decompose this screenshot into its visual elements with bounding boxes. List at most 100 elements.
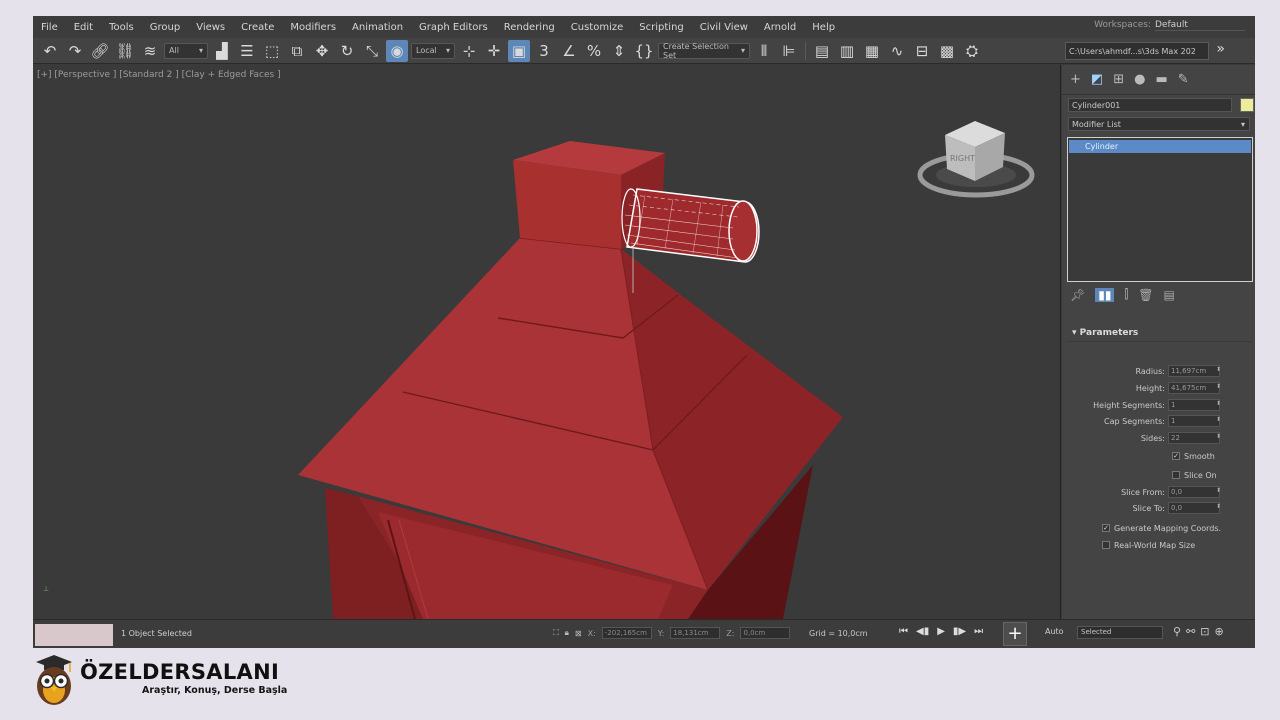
spinner-icon[interactable]: ⬍ <box>1216 433 1221 440</box>
menu-graph-editors[interactable]: Graph Editors <box>411 22 496 33</box>
scene-explorer-icon[interactable]: ▤ <box>811 40 833 62</box>
cap-segments-input[interactable]: 1 <box>1168 415 1220 427</box>
slice-from-input[interactable]: 0,0 <box>1168 486 1220 498</box>
real-world-checkbox[interactable] <box>1102 541 1110 549</box>
pin-stack-icon[interactable]: 📌︎ <box>1070 288 1085 302</box>
parameters-rollout-header[interactable]: ▾ Parameters <box>1066 328 1252 342</box>
show-end-result-icon[interactable]: ▮▮ <box>1095 287 1115 302</box>
undo-icon[interactable]: ↶ <box>39 40 61 62</box>
viewport-label[interactable]: [+] [Perspective ] [Standard 2 ] [Clay +… <box>37 70 281 80</box>
modify-tab-icon[interactable]: ◩ <box>1091 72 1103 87</box>
motion-tab-icon[interactable]: ● <box>1134 72 1145 87</box>
slice-to-input[interactable]: 0,0 <box>1168 502 1220 514</box>
pivot-center-icon[interactable]: ⊹ <box>458 40 480 62</box>
go-to-start-icon[interactable]: ⏮ <box>899 626 908 637</box>
toggle-ribbon-icon[interactable]: ▦ <box>861 40 883 62</box>
utilities-tab-icon[interactable]: ✎ <box>1178 72 1189 87</box>
menu-help[interactable]: Help <box>804 22 843 33</box>
set-key-button[interactable]: + <box>1003 622 1027 646</box>
slice-on-checkbox[interactable] <box>1172 471 1180 479</box>
smooth-checkbox[interactable]: ✓ <box>1172 452 1180 460</box>
snap-toggle-icon[interactable]: 3 <box>533 40 555 62</box>
menu-create[interactable]: Create <box>233 22 282 33</box>
make-unique-icon[interactable]: ⫿ <box>1124 287 1128 302</box>
spinner-icon[interactable]: ⬍ <box>1216 487 1221 494</box>
height-input[interactable]: 41,675cm <box>1168 382 1220 394</box>
spinner-icon[interactable]: ⬍ <box>1216 383 1221 390</box>
menu-animation[interactable]: Animation <box>344 22 411 33</box>
scale-icon[interactable]: ⤡ <box>361 40 383 62</box>
bind-space-warp-icon[interactable]: ≋ <box>139 40 161 62</box>
layer-explorer-icon[interactable]: ▥ <box>836 40 858 62</box>
selection-lock-icon[interactable]: 🔒︎ <box>565 628 569 638</box>
configure-modifier-sets-icon[interactable]: ▤ <box>1164 288 1175 302</box>
gen-mapping-checkbox[interactable]: ✓ <box>1102 524 1110 532</box>
modifier-list-dropdown[interactable]: Modifier List ▾ <box>1068 117 1250 131</box>
menu-views[interactable]: Views <box>188 22 233 33</box>
percent-snap-icon[interactable]: % <box>583 40 605 62</box>
object-name-field[interactable]: Cylinder001 <box>1068 98 1232 112</box>
key-filter-dropdown[interactable]: Selected <box>1077 626 1163 639</box>
z-coordinate-input[interactable]: 0,0cm <box>740 627 791 639</box>
height-segments-input[interactable]: 1 <box>1168 399 1220 411</box>
create-tab-icon[interactable]: + <box>1070 72 1081 87</box>
menu-group[interactable]: Group <box>142 22 188 33</box>
workspace-value[interactable]: Default <box>1155 20 1245 31</box>
previous-frame-icon[interactable]: ◀▮ <box>916 626 929 637</box>
view-cube[interactable]: RIGHT <box>917 121 1035 198</box>
modifier-stack[interactable]: Cylinder <box>1067 137 1253 282</box>
menu-modifiers[interactable]: Modifiers <box>282 22 344 33</box>
stack-item-cylinder[interactable]: Cylinder <box>1069 140 1251 153</box>
zoom-all-icon[interactable]: ⚯ <box>1186 625 1195 638</box>
angle-snap-icon[interactable]: ∠ <box>558 40 580 62</box>
maxscript-listener[interactable] <box>35 624 113 646</box>
schematic-view-icon[interactable]: ⊟ <box>911 40 933 62</box>
placement-icon[interactable]: ◉ <box>386 39 408 62</box>
orbit-icon[interactable]: ⊕ <box>1215 625 1224 638</box>
perspective-viewport[interactable]: RIGHT [+] [Perspective ] [Standard 2 ] [… <box>33 65 1061 619</box>
zoom-icon[interactable]: ⚲ <box>1173 625 1181 638</box>
menu-civil-view[interactable]: Civil View <box>692 22 756 33</box>
rotate-icon[interactable]: ↻ <box>336 40 358 62</box>
spinner-icon[interactable]: ⬍ <box>1216 400 1221 407</box>
spinner-icon[interactable]: ⬍ <box>1216 366 1221 373</box>
selection-filter-dropdown[interactable]: All ▾ <box>164 42 208 59</box>
menu-file[interactable]: File <box>33 22 66 33</box>
y-coordinate-input[interactable]: 18,131cm <box>670 627 721 639</box>
menu-rendering[interactable]: Rendering <box>496 22 563 33</box>
edit-named-sets-icon[interactable]: {} <box>633 40 655 62</box>
window-crossing-icon[interactable]: ⧉ <box>286 40 308 62</box>
play-icon[interactable]: ▶ <box>937 626 945 637</box>
named-selection-set-dropdown[interactable]: Create Selection Set ▾ <box>658 42 750 60</box>
x-coordinate-input[interactable]: -202,165cm <box>601 627 652 639</box>
mirror-icon[interactable]: ⫴ <box>753 40 775 62</box>
viewport-scene[interactable]: RIGHT <box>33 65 1061 619</box>
object-color-swatch[interactable] <box>1240 98 1254 112</box>
sides-input[interactable]: 22 <box>1168 432 1220 444</box>
move-icon[interactable]: ✥ <box>311 40 333 62</box>
menu-tools[interactable]: Tools <box>101 22 142 33</box>
hierarchy-tab-icon[interactable]: ⊞ <box>1113 72 1124 87</box>
spinner-snap-icon[interactable]: ⇕ <box>608 40 630 62</box>
next-frame-icon[interactable]: ▮▶ <box>953 626 966 637</box>
material-editor-icon[interactable]: ▩ <box>936 40 958 62</box>
menu-customize[interactable]: Customize <box>563 22 632 33</box>
absolute-mode-icon[interactable]: ⊠ <box>575 629 582 638</box>
remove-modifier-icon[interactable]: 🗑︎ <box>1138 288 1153 302</box>
zoom-extents-icon[interactable]: ⊡ <box>1200 625 1209 638</box>
workspace-selector[interactable]: Workspaces: Default <box>1094 20 1245 31</box>
isolate-selection-icon[interactable]: ⛶ <box>553 628 559 638</box>
keyboard-shortcut-override-icon[interactable]: ▣ <box>508 39 530 62</box>
project-path-field[interactable]: C:\Users\ahmdf...s\3ds Max 202 <box>1065 42 1209 60</box>
render-setup-icon[interactable]: ⛭ <box>961 40 983 62</box>
unlink-icon[interactable]: ⛓︎ <box>114 40 136 62</box>
double-chevron-right-icon[interactable]: » <box>1216 41 1225 57</box>
link-icon[interactable]: 🔗︎ <box>89 40 111 62</box>
curve-editor-icon[interactable]: ∿ <box>886 40 908 62</box>
go-to-end-icon[interactable]: ⏭ <box>974 626 983 637</box>
align-icon[interactable]: ⊫ <box>778 40 800 62</box>
select-manipulate-icon[interactable]: ✛ <box>483 40 505 62</box>
select-object-icon[interactable]: ▟ <box>211 40 233 62</box>
spinner-icon[interactable]: ⬍ <box>1216 416 1221 423</box>
display-tab-icon[interactable]: ▬ <box>1155 72 1167 87</box>
